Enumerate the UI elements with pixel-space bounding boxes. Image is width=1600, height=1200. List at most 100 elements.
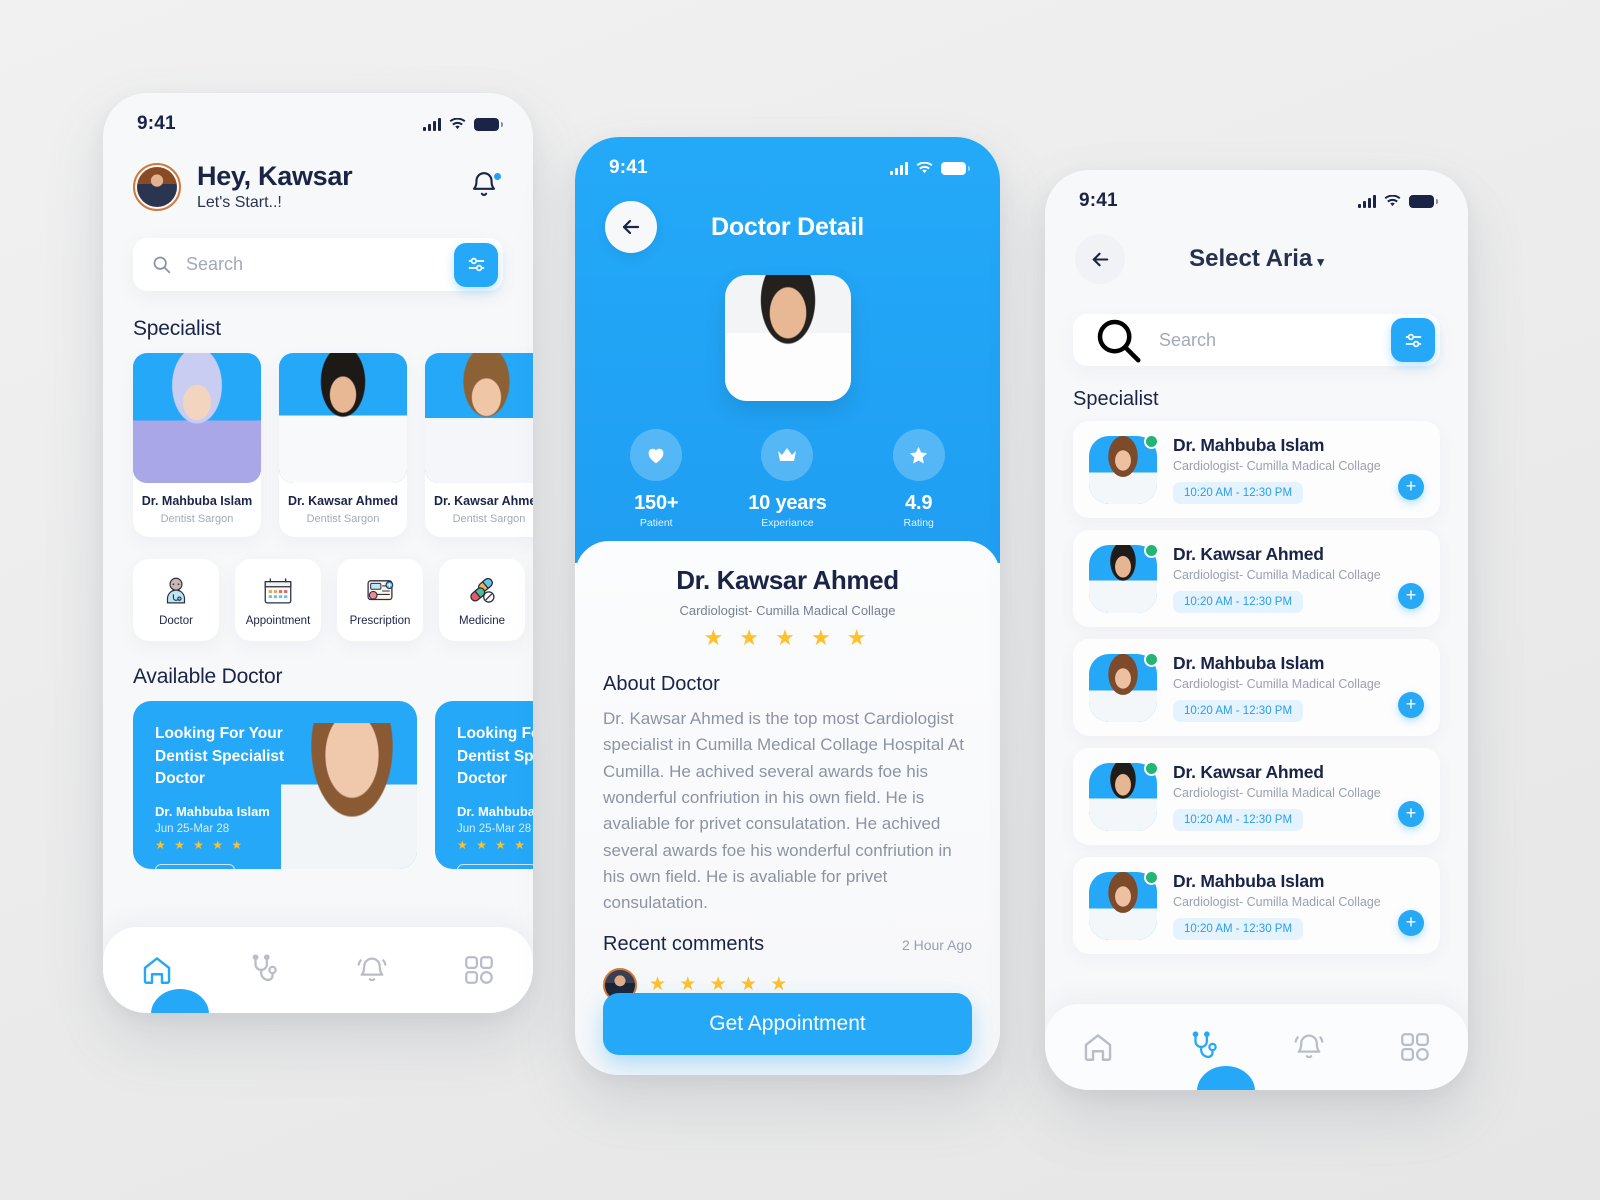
add-appointment-button[interactable]: + [1398, 692, 1424, 718]
doctor-thumbnail [1089, 760, 1159, 831]
pills-icon [470, 577, 495, 603]
home-icon[interactable] [140, 953, 174, 987]
stat-label: Rating [903, 517, 934, 529]
specialist-section-title: Specialist [133, 317, 221, 341]
doctor-thumbnail [1089, 433, 1159, 504]
add-appointment-button[interactable]: + [1398, 583, 1424, 609]
online-status-dot [1144, 760, 1159, 776]
doctor-name: Dr. Kawsar Ahmed [1173, 544, 1324, 564]
doctor-name: Dr. Kawsar Ahmed [676, 565, 899, 595]
search-input[interactable] [1145, 329, 1391, 351]
doctor-name: Dr. Mahbuba Islam [1173, 435, 1325, 455]
page-title-text: Select Aria [1189, 245, 1313, 272]
promo-doctor: Dr. Mahbuba Islam [457, 804, 533, 820]
bell-ring-icon[interactable] [355, 953, 389, 987]
status-icons [1358, 194, 1438, 208]
doctor-speciality: Cardiologist- Cumilla Madical Collage [1173, 786, 1381, 800]
stethoscope-icon[interactable] [247, 953, 281, 987]
specialist-card[interactable]: Dr. Kawsar Ahmed Dentist Sargon [425, 353, 533, 538]
online-status-dot [1144, 433, 1159, 449]
specialist-list: Dr. Mahbuba Islam Dentist Sargon Dr. Kaw… [103, 353, 533, 538]
add-appointment-button[interactable]: + [1398, 910, 1424, 936]
grid-icon[interactable] [462, 953, 496, 987]
book-now-button[interactable]: BOOK NOW [155, 864, 236, 870]
doctor-thumbnail [1089, 542, 1159, 613]
quick-action-label: Medicine [458, 614, 506, 627]
stethoscope-icon[interactable] [1187, 1030, 1221, 1064]
bell-ring-icon[interactable] [1292, 1030, 1326, 1064]
availability-badge: 10:20 AM - 12:30 PM [1173, 591, 1304, 613]
star-glyph [910, 446, 928, 463]
recent-comments-heading: Recent comments [603, 932, 765, 955]
doctor-name: Dr. Mahbuba Islam [1173, 653, 1325, 673]
stat-experience: 10 years Experiance [748, 429, 827, 529]
back-button[interactable] [1075, 234, 1125, 284]
list-item[interactable]: Dr. Kawsar Ahmed Cardiologist- Cumilla M… [1073, 748, 1440, 845]
status-time: 9:41 [609, 157, 648, 178]
recent-comments-row: Recent comments 2 Hour Ago [603, 933, 972, 956]
plus-icon: + [1405, 585, 1417, 605]
bell-icon[interactable] [469, 170, 503, 204]
chevron-down-icon[interactable]: ▾ [1317, 254, 1324, 269]
specialist-name: Dr. Mahbuba Islam [141, 494, 253, 509]
quick-action-label: Prescription [349, 614, 411, 627]
book-now-button[interactable]: BOOK NOW [457, 864, 533, 870]
quick-action-doctor[interactable]: Doctor [133, 559, 219, 642]
promo-card[interactable]: Looking For Your Dentist Specialist Doct… [435, 701, 533, 870]
specialist-name: Dr. Kawsar Ahmed [434, 494, 533, 509]
quick-action-appointment[interactable]: Appointment [235, 559, 321, 642]
back-button[interactable] [605, 201, 657, 253]
stat-patient: 150+ Patient [630, 429, 683, 529]
add-appointment-button[interactable]: + [1398, 474, 1424, 500]
search-input[interactable] [172, 254, 454, 276]
active-tab-indicator [151, 989, 209, 1013]
wifi-icon [916, 161, 933, 173]
doctor-photo [724, 275, 851, 401]
doctor-info: Dr. Mahbuba Islam Cardiologist- Cumilla … [1173, 435, 1382, 504]
quick-action-label: Doctor [159, 614, 193, 627]
get-appointment-button[interactable]: Get Appointment [603, 993, 972, 1055]
doctor-thumbnail [1089, 869, 1159, 940]
doctor-info: Dr. Mahbuba Islam Cardiologist- Cumilla … [1173, 871, 1382, 940]
detail-header: 9:41 Doctor Detail 150+ Patient 10 years… [575, 137, 1000, 563]
filter-glyph [468, 257, 484, 272]
list-item[interactable]: Dr. Mahbuba Islam Cardiologist- Cumilla … [1073, 857, 1440, 954]
promo-card[interactable]: Looking For Your Dentist Specialist Doct… [133, 701, 417, 870]
quick-action-medicine[interactable]: Medicine [439, 559, 525, 642]
detail-nav: Doctor Detail [575, 179, 1000, 253]
avatar[interactable] [133, 162, 181, 211]
battery-icon [941, 161, 970, 175]
filter-sliders-icon[interactable] [454, 242, 498, 287]
home-icon[interactable] [1081, 1030, 1115, 1064]
status-icons [890, 161, 970, 175]
list-item[interactable]: Dr. Mahbuba Islam Cardiologist- Cumilla … [1073, 421, 1440, 518]
arrow-left-icon [622, 219, 640, 235]
add-appointment-button[interactable]: + [1398, 801, 1424, 827]
signal-icon [423, 117, 441, 131]
page-title[interactable]: Select Aria ▾ [1125, 245, 1388, 273]
specialist-section-title: Specialist [1073, 388, 1159, 410]
about-heading: About Doctor [603, 673, 720, 695]
specialist-card[interactable]: Dr. Mahbuba Islam Dentist Sargon [133, 353, 261, 538]
online-status-dot [1144, 869, 1159, 885]
battery-icon [1409, 194, 1438, 208]
stat-label: Patient [639, 517, 673, 529]
doctor-speciality: Cardiologist- Cumilla Madical Collage [1173, 568, 1381, 582]
search-bar[interactable] [1073, 314, 1440, 366]
grid-icon[interactable] [1398, 1030, 1432, 1064]
stat-value: 150+ [634, 492, 679, 514]
plus-icon: + [1405, 912, 1417, 932]
specialist-card[interactable]: Dr. Kawsar Ahmed Dentist Sargon [279, 353, 407, 538]
plus-icon: + [1405, 694, 1417, 714]
status-time: 9:41 [137, 113, 176, 134]
list-item[interactable]: Dr. Mahbuba Islam Cardiologist- Cumilla … [1073, 639, 1440, 736]
filter-sliders-icon[interactable] [1391, 318, 1435, 362]
specialist-role: Dentist Sargon [452, 513, 526, 526]
specialist-photo [133, 353, 261, 484]
heart-icon [630, 429, 683, 481]
quick-action-prescription[interactable]: Prescription [337, 559, 423, 642]
list-item[interactable]: Dr. Kawsar Ahmed Cardiologist- Cumilla M… [1073, 530, 1440, 627]
available-section-title: Available Doctor [133, 665, 283, 689]
search-bar[interactable] [133, 238, 503, 292]
doctor-speciality: Cardiologist- Cumilla Madical Collage [679, 603, 896, 618]
